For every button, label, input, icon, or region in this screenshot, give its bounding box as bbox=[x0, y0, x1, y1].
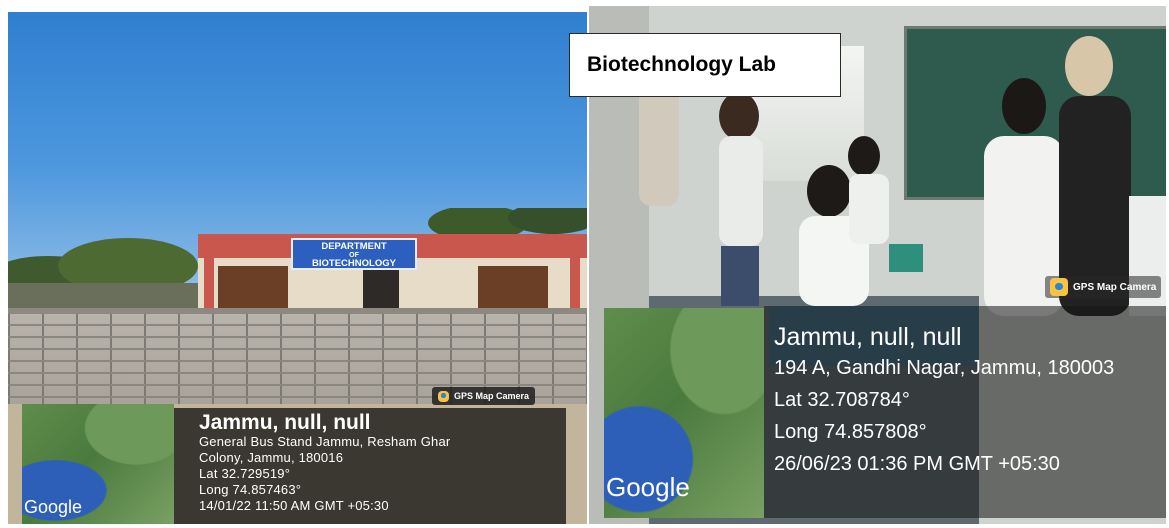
location-title: Jammu, null, null bbox=[199, 411, 371, 434]
location-overlay: Jammu, null, null 194 A, Gandhi Nagar, J… bbox=[764, 306, 1166, 518]
latitude: Lat 32.729519° bbox=[199, 466, 291, 481]
timestamp: 14/01/22 11:50 AM GMT +05:30 bbox=[199, 498, 389, 513]
sign-line-3: BIOTECHNOLOGY bbox=[312, 258, 396, 269]
google-logo: Google bbox=[24, 497, 83, 517]
google-logo: Google bbox=[606, 472, 690, 502]
longitude: Long 74.857808° bbox=[774, 421, 927, 443]
gps-map-camera-badge: GPS Map Camera bbox=[432, 387, 536, 405]
location-title: Jammu, null, null bbox=[774, 323, 962, 351]
address-line-1: General Bus Stand Jammu, Resham Ghar bbox=[199, 434, 451, 449]
sign-line-1: DEPARTMENT bbox=[321, 241, 387, 252]
latitude: Lat 32.708784° bbox=[774, 389, 910, 411]
location-overlay: Jammu, null, null General Bus Stand Jamm… bbox=[174, 408, 566, 524]
longitude: Long 74.857463° bbox=[199, 482, 302, 497]
gps-badge-label: GPS Map Camera bbox=[1073, 281, 1157, 293]
address-line: 194 A, Gandhi Nagar, Jammu, 180003 bbox=[774, 357, 1115, 379]
address-line-2: Colony, Jammu, 180016 bbox=[199, 450, 344, 465]
department-sign: DEPARTMENT OF BIOTECHNOLOGY bbox=[291, 238, 417, 270]
gps-camera-icon bbox=[1050, 278, 1068, 296]
gps-badge-label: GPS Map Camera bbox=[454, 391, 530, 401]
lab-caption: Biotechnology Lab bbox=[569, 33, 841, 97]
gps-camera-icon bbox=[438, 390, 449, 402]
gps-map-camera-badge: GPS Map Camera bbox=[1045, 276, 1162, 298]
timestamp: 26/06/23 01:36 PM GMT +05:30 bbox=[774, 453, 1060, 475]
